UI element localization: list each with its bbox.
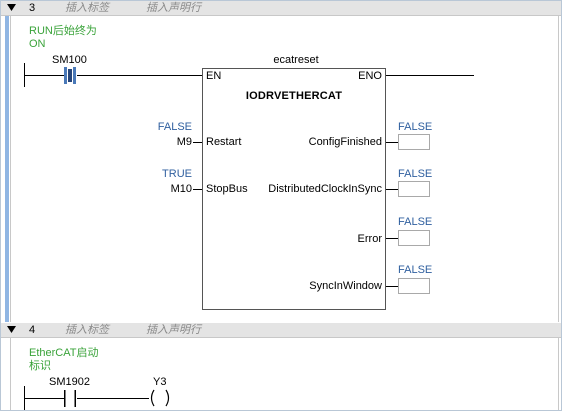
rung-number: 4 bbox=[29, 324, 36, 336]
pin-error: Error bbox=[357, 233, 382, 245]
wire bbox=[193, 142, 202, 143]
rung-4-right-edge bbox=[558, 338, 559, 410]
output-field-distributedclockinsync[interactable] bbox=[398, 181, 430, 197]
pin-syncinwindow: SyncInWindow bbox=[309, 280, 382, 292]
contact-icon[interactable] bbox=[63, 67, 77, 84]
block-type-name: IODRVETHERCAT bbox=[245, 90, 343, 102]
output-field-error[interactable] bbox=[398, 230, 430, 246]
insert-label-link[interactable]: 插入标签 bbox=[65, 323, 109, 337]
contact-variable[interactable]: SM1902 bbox=[49, 376, 90, 388]
output-field-syncinwindow[interactable] bbox=[398, 278, 430, 294]
output-value-error: FALSE bbox=[398, 216, 433, 228]
ladder-editor: 3 插入标签 插入声明行 RUN后始终为 ON SM100 ecatreset … bbox=[0, 0, 562, 411]
rung-number: 3 bbox=[29, 2, 36, 14]
output-value-syncinwindow: FALSE bbox=[398, 264, 433, 276]
wire bbox=[193, 189, 202, 190]
pin-en: EN bbox=[206, 70, 222, 82]
input-value-stopbus: TRUE bbox=[162, 168, 192, 180]
rung-3-left-edge bbox=[10, 16, 11, 322]
rung-3-header[interactable]: 3 插入标签 插入声明行 bbox=[1, 1, 561, 16]
input-var-m9[interactable]: M9 bbox=[151, 136, 192, 148]
output-field-configfinished[interactable] bbox=[398, 134, 430, 150]
block-instance-name[interactable]: ecatreset bbox=[251, 54, 341, 66]
collapse-triangle-icon[interactable] bbox=[6, 3, 17, 13]
wire bbox=[386, 189, 398, 190]
rung-4-comment-line2: 标识 bbox=[29, 360, 51, 372]
rung-4-left-edge bbox=[10, 338, 11, 410]
pin-eno: ENO bbox=[358, 70, 382, 82]
rung-3-comment-line1: RUN后始终为 bbox=[29, 25, 97, 37]
output-value-configfinished: FALSE bbox=[398, 121, 433, 133]
wire bbox=[77, 398, 149, 399]
collapse-triangle-icon[interactable] bbox=[6, 325, 17, 335]
insert-declaration-link[interactable]: 插入声明行 bbox=[146, 323, 201, 337]
wire bbox=[24, 398, 64, 399]
pin-configfinished: ConfigFinished bbox=[308, 136, 382, 148]
input-value-restart: FALSE bbox=[157, 121, 192, 133]
insert-label-link[interactable]: 插入标签 bbox=[65, 1, 109, 15]
rung-3-right-edge bbox=[558, 16, 559, 322]
rung-3-selection-bar bbox=[5, 16, 9, 322]
pin-distributedclockinsync: DistributedClockInSync bbox=[268, 183, 382, 195]
wire bbox=[386, 286, 398, 287]
contact-variable[interactable]: SM100 bbox=[52, 54, 87, 66]
wire bbox=[24, 75, 64, 76]
wire bbox=[386, 75, 474, 76]
coil-icon[interactable] bbox=[148, 388, 172, 408]
input-var-m10[interactable]: M10 bbox=[151, 183, 192, 195]
rung-4-header[interactable]: 4 插入标签 插入声明行 bbox=[1, 323, 561, 338]
contact-icon[interactable] bbox=[63, 390, 77, 407]
insert-declaration-link[interactable]: 插入声明行 bbox=[146, 1, 201, 15]
rung-4-comment-line1: EtherCAT启动 bbox=[29, 347, 99, 359]
coil-variable[interactable]: Y3 bbox=[153, 376, 166, 388]
wire bbox=[77, 75, 202, 76]
wire bbox=[386, 238, 398, 239]
rung-3-comment-line2: ON bbox=[29, 38, 46, 50]
wire bbox=[386, 142, 398, 143]
output-value-distributedclockinsync: FALSE bbox=[398, 168, 433, 180]
